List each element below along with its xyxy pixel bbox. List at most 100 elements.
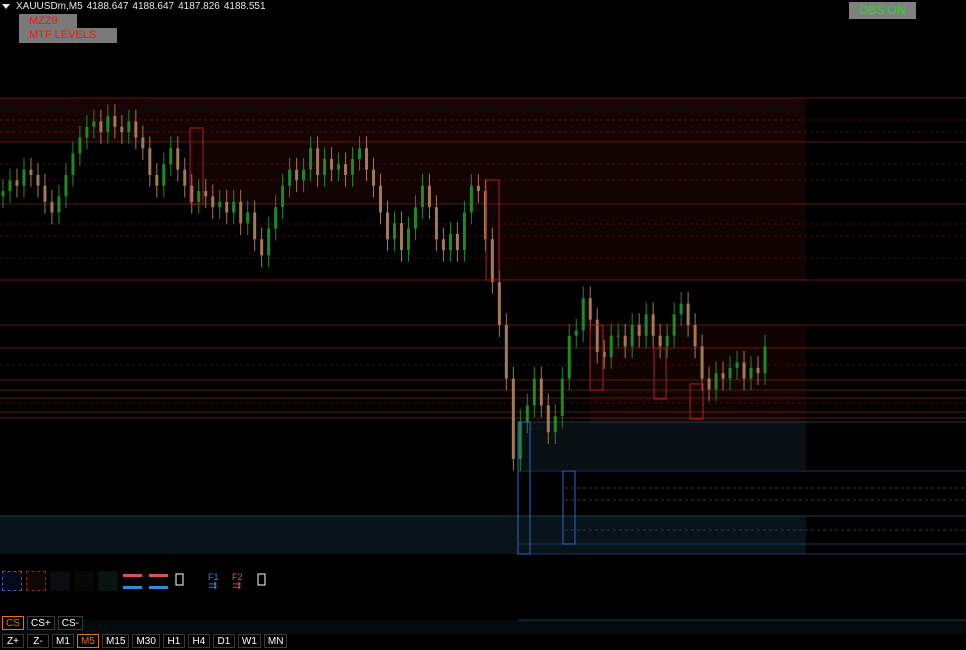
candle-body <box>623 335 627 347</box>
candle-body <box>455 233 459 250</box>
mzz9-button[interactable]: MZZ9 <box>19 14 77 28</box>
candle-body <box>8 180 12 192</box>
candle-body <box>176 148 180 170</box>
candle-body <box>679 303 683 315</box>
candle-body <box>379 185 383 213</box>
black-zone-icon[interactable] <box>74 571 94 591</box>
candle-body <box>1 191 5 197</box>
candle-body <box>749 367 753 379</box>
candle-body <box>358 148 362 159</box>
candle-body <box>525 405 529 422</box>
bottom-band <box>0 620 966 634</box>
candle-body <box>448 233 452 250</box>
candle-body <box>420 185 424 208</box>
candle-body <box>99 121 103 133</box>
candle-body <box>700 346 704 379</box>
candle-body <box>183 169 187 186</box>
white-box-icon[interactable] <box>174 571 186 591</box>
candle-body <box>155 175 159 186</box>
tab-h4[interactable]: H4 <box>187 634 210 648</box>
tab-m5[interactable]: M5 <box>77 634 99 648</box>
candle-body <box>204 191 208 197</box>
candle-body <box>441 239 445 250</box>
candle-body <box>148 148 152 175</box>
tab-csminusplus[interactable]: CS+ <box>27 616 55 630</box>
candle-body <box>295 169 299 181</box>
candle-body <box>267 228 271 256</box>
candle-body <box>351 158 355 175</box>
f2-arrows-icon[interactable]: F2 ⇉ <box>232 572 252 591</box>
price-chart[interactable] <box>0 0 966 650</box>
candle-body <box>413 207 417 229</box>
red-blue-lines-icon[interactable] <box>148 571 170 591</box>
candle-body <box>239 201 243 224</box>
candle-body <box>253 212 257 240</box>
dbs-toggle-button[interactable]: DBS ON <box>849 2 916 19</box>
candle-body <box>232 201 236 213</box>
white-box-icon[interactable] <box>256 571 268 591</box>
candle-body <box>260 239 264 256</box>
red-blue-lines-icon[interactable] <box>122 571 144 591</box>
candle-body <box>511 378 515 459</box>
dropdown-triangle-icon[interactable] <box>2 4 10 9</box>
candle-body <box>141 137 145 149</box>
candle-body <box>406 228 410 250</box>
candle-body <box>469 185 473 213</box>
green-zone-icon[interactable] <box>98 571 118 591</box>
candle-body <box>658 335 662 347</box>
candle-body <box>197 191 201 202</box>
candle-body <box>22 169 26 186</box>
candle-body <box>288 169 292 186</box>
candle-body <box>427 185 431 208</box>
candle-body <box>644 314 648 336</box>
candle-body <box>330 158 334 170</box>
candle-body <box>637 325 641 336</box>
candle-body <box>672 314 676 336</box>
high-price: 4188.647 <box>132 1 175 12</box>
tab-zminus[interactable]: Z- <box>27 634 49 648</box>
candle-body <box>553 416 557 433</box>
candle-body <box>385 212 389 240</box>
candle-body <box>29 169 33 175</box>
candle-body <box>106 116 110 133</box>
candle-body <box>504 325 508 379</box>
candle-body <box>64 175 68 197</box>
tab-mn[interactable]: MN <box>263 634 288 648</box>
red-dashed-zone-icon[interactable] <box>26 571 46 591</box>
tab-h1[interactable]: H1 <box>162 634 185 648</box>
candle-body <box>302 169 306 181</box>
candle-body <box>36 175 40 186</box>
candle-body <box>281 185 285 208</box>
candle-body <box>567 335 571 379</box>
cs-toolbar: CS CS+ CS- <box>2 616 83 630</box>
tab-m30[interactable]: M30 <box>132 634 160 648</box>
candle-body <box>162 164 166 186</box>
candle-body <box>127 121 131 133</box>
blue-dashed-zone-icon[interactable] <box>2 571 22 591</box>
f1-arrows-icon[interactable]: F1 ⇉ <box>208 572 228 591</box>
tab-w1[interactable]: W1 <box>237 634 261 648</box>
low-price: 4187.826 <box>178 1 220 12</box>
candle-body <box>316 148 320 175</box>
tab-m15[interactable]: M15 <box>102 634 130 648</box>
candle-body <box>518 421 522 459</box>
dark-zone-icon[interactable] <box>50 571 70 591</box>
close-price: 4188.551 <box>223 1 266 12</box>
candle-body <box>218 201 222 208</box>
candle-body <box>707 378 711 390</box>
tab-csminus[interactable]: CS- <box>57 616 83 630</box>
candle-body <box>169 148 173 165</box>
tab-d1[interactable]: D1 <box>212 634 235 648</box>
candle-body <box>539 378 543 406</box>
candle-body <box>728 367 732 379</box>
tab-m1[interactable]: M1 <box>52 634 74 648</box>
candle-body <box>434 207 438 240</box>
candle-body <box>392 223 396 240</box>
candle-body <box>246 212 250 224</box>
tab-cs[interactable]: CS <box>2 616 24 630</box>
tab-zminusplus[interactable]: Z+ <box>2 634 24 648</box>
candle-body <box>588 298 592 320</box>
mtf-levels-button[interactable]: MTF LEVELS <box>19 28 117 43</box>
candle-body <box>120 126 124 133</box>
open-price: 4188.647 <box>86 1 129 12</box>
